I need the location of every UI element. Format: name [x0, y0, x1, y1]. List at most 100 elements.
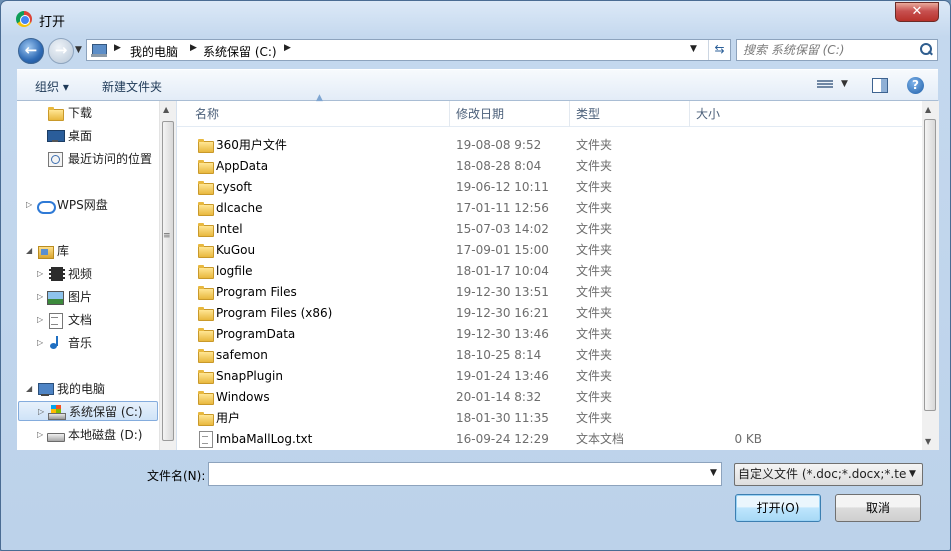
sidebar-item-documents[interactable]: ▷ 文档	[17, 310, 157, 330]
file-type-filter-select[interactable]: 自定义文件 (*.doc;*.docx;*.tex ▼	[734, 463, 923, 486]
forward-button[interactable]: →	[48, 38, 74, 64]
folder-icon	[197, 285, 214, 300]
file-date: 19-12-30 13:46	[456, 327, 549, 341]
refresh-button[interactable]: ⇆	[708, 40, 730, 60]
file-row[interactable]: AppData 18-08-28 8:04 文件夹	[177, 156, 922, 177]
expand-arrow-icon[interactable]: ▷	[37, 310, 43, 330]
file-row[interactable]: safemon 18-10-25 8:14 文件夹	[177, 345, 922, 366]
cancel-button[interactable]: 取消	[835, 494, 921, 522]
back-button[interactable]: ←	[18, 38, 44, 64]
search-icon[interactable]	[918, 42, 934, 58]
open-file-dialog: 打开 ✕ ← → ▼ ▶ 我的电脑 ▶ 系统保留 (C:) ▶ ▼ ⇆ 组织 ▾…	[0, 0, 951, 551]
view-options-icon[interactable]	[817, 79, 833, 92]
breadcrumb-my-computer[interactable]: 我的电脑	[130, 43, 178, 60]
chevron-down-icon[interactable]: ▼	[909, 464, 916, 485]
breadcrumb-system-drive[interactable]: 系统保留 (C:)	[203, 43, 277, 60]
sidebar-item-videos[interactable]: ▷ 视频	[17, 264, 157, 284]
breadcrumb-separator-icon[interactable]: ▶	[190, 43, 197, 53]
navigation-scrollbar[interactable]: ▲ ≡	[159, 101, 176, 450]
sidebar-item-label: 下载	[68, 106, 93, 120]
sidebar-item-desktop[interactable]: 桌面	[17, 126, 157, 146]
search-input[interactable]	[743, 42, 913, 58]
recent-locations-dropdown-icon[interactable]: ▼	[75, 45, 82, 55]
expand-arrow-icon[interactable]: ▷	[37, 425, 43, 445]
sidebar-item-libraries[interactable]: ◢ 库	[17, 241, 157, 261]
breadcrumb-separator-icon[interactable]: ▶	[114, 43, 121, 53]
column-header-type[interactable]: 类型	[570, 101, 690, 127]
file-row[interactable]: logfile 18-01-17 10:04 文件夹	[177, 261, 922, 282]
collapse-arrow-icon[interactable]: ◢	[26, 241, 32, 261]
file-name: Program Files	[216, 285, 297, 299]
collapse-arrow-icon[interactable]: ◢	[26, 379, 32, 399]
sidebar-item-recent-places[interactable]: 最近访问的位置	[17, 149, 157, 169]
file-type: 文件夹	[576, 264, 613, 278]
scroll-up-icon[interactable]: ▲	[163, 105, 169, 114]
scrollbar-thumb[interactable]	[924, 119, 936, 411]
file-row[interactable]: cysoft 19-06-12 10:11 文件夹	[177, 177, 922, 198]
file-row[interactable]: dlcache 17-01-11 12:56 文件夹	[177, 198, 922, 219]
address-bar[interactable]: ▶ 我的电脑 ▶ 系统保留 (C:) ▶ ▼ ⇆	[86, 39, 731, 61]
command-bar: 组织 ▾ 新建文件夹 ▼ ?	[17, 69, 938, 101]
scrollbar-grip-icon: ≡	[163, 231, 171, 241]
address-dropdown-icon[interactable]: ▼	[690, 44, 697, 54]
file-row[interactable]: Program Files 19-12-30 13:51 文件夹	[177, 282, 922, 303]
folder-icon	[197, 411, 214, 426]
expand-arrow-icon[interactable]: ▷	[37, 287, 43, 307]
folder-icon	[197, 390, 214, 405]
folder-icon	[197, 138, 214, 153]
file-row[interactable]: SnapPlugin 19-01-24 13:46 文件夹	[177, 366, 922, 387]
preview-pane-icon[interactable]	[872, 78, 888, 93]
file-name: AppData	[216, 159, 269, 173]
expand-arrow-icon[interactable]: ▷	[26, 195, 32, 215]
sidebar-item-local-disk-d[interactable]: ▷ 本地磁盘 (D:)	[17, 425, 157, 445]
computer-location-icon	[91, 43, 107, 57]
file-row[interactable]: 用户 18-01-30 11:35 文件夹	[177, 408, 922, 429]
title-bar: 打开 ✕	[1, 1, 950, 35]
sidebar-item-system-drive[interactable]: ▷ 系统保留 (C:)	[18, 401, 158, 421]
open-button[interactable]: 打开(O)	[735, 494, 821, 522]
sidebar-item-music[interactable]: ▷ 音乐	[17, 333, 157, 353]
file-date: 19-08-08 9:52	[456, 138, 542, 152]
column-header-name[interactable]: 名称	[189, 101, 450, 127]
file-name: logfile	[216, 264, 253, 278]
sidebar-item-my-computer[interactable]: ◢ 我的电脑	[17, 379, 157, 399]
folder-icon	[197, 201, 214, 216]
expand-arrow-icon[interactable]: ▷	[37, 264, 43, 284]
scrollbar-thumb[interactable]	[162, 121, 174, 441]
file-row[interactable]: Program Files (x86) 19-12-30 16:21 文件夹	[177, 303, 922, 324]
column-header-size[interactable]: 大小	[690, 101, 770, 127]
view-dropdown-icon[interactable]: ▼	[841, 79, 848, 89]
breadcrumb-separator-icon[interactable]: ▶	[284, 43, 291, 53]
file-list-scrollbar[interactable]: ▲ ▼	[922, 101, 939, 450]
new-folder-button[interactable]: 新建文件夹	[102, 78, 162, 95]
file-type: 文件夹	[576, 411, 613, 425]
file-size: 0 KB	[734, 432, 762, 446]
filename-combobox[interactable]: ▼	[208, 462, 722, 486]
file-date: 19-12-30 16:21	[456, 306, 549, 320]
sidebar-item-wps-cloud[interactable]: ▷ WPS网盘	[17, 195, 157, 215]
file-row[interactable]: 360用户文件 19-08-08 9:52 文件夹	[177, 135, 922, 156]
file-row[interactable]: KuGou 17-09-01 15:00 文件夹	[177, 240, 922, 261]
file-row[interactable]: Windows 20-01-14 8:32 文件夹	[177, 387, 922, 408]
expand-arrow-icon[interactable]: ▷	[38, 402, 44, 422]
help-icon[interactable]: ?	[907, 77, 924, 94]
chevron-down-icon[interactable]: ▼	[710, 468, 717, 478]
file-row[interactable]: Intel 15-07-03 14:02 文件夹	[177, 219, 922, 240]
file-row[interactable]: ImbaMallLog.txt 16-09-24 12:29 文本文档 0 KB	[177, 429, 922, 450]
file-type: 文件夹	[576, 180, 613, 194]
close-button[interactable]: ✕	[895, 2, 939, 22]
scroll-down-icon[interactable]: ▼	[925, 437, 931, 446]
expand-arrow-icon[interactable]: ▷	[37, 333, 43, 353]
organize-menu-button[interactable]: 组织 ▾	[35, 78, 69, 95]
sidebar-item-label: 文档	[68, 313, 93, 327]
sidebar-item-pictures[interactable]: ▷ 图片	[17, 287, 157, 307]
sidebar-item-label: 音乐	[68, 336, 93, 350]
sidebar-item-downloads[interactable]: 下载	[17, 103, 157, 123]
filename-field[interactable]	[212, 466, 692, 482]
music-icon	[47, 336, 63, 350]
picture-icon	[47, 290, 64, 305]
column-header-date[interactable]: 修改日期	[450, 101, 570, 127]
search-box[interactable]	[736, 39, 938, 61]
scroll-up-icon[interactable]: ▲	[925, 105, 931, 114]
file-row[interactable]: ProgramData 19-12-30 13:46 文件夹	[177, 324, 922, 345]
